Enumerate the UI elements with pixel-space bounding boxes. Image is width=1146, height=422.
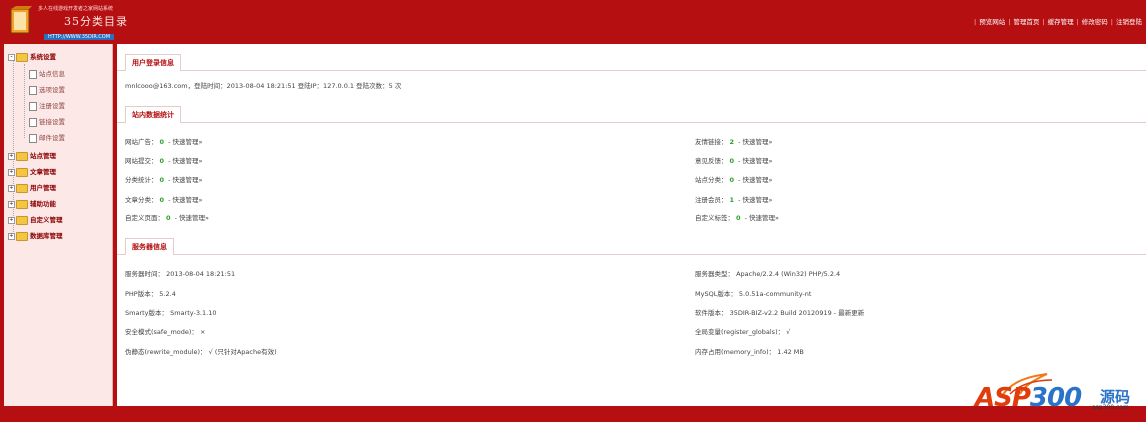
book-logo-icon [10, 6, 32, 34]
nav-logout[interactable]: 注销登陆 [1116, 18, 1142, 26]
stat-custom-tags: 自定义标签： 0 - 快速管理» [695, 214, 779, 222]
expand-icon[interactable]: + [8, 232, 15, 240]
sidebar-item-links[interactable]: 链接设置 [29, 116, 65, 127]
sidebar-item-site-info[interactable]: 站点信息 [29, 68, 65, 79]
stat-ads: 网站广告： 0 - 快速管理» [125, 138, 203, 146]
server-section-header: 服务器信息 [117, 232, 1146, 255]
stat-feedback: 意见反馈： 0 - 快速管理» [695, 157, 773, 165]
logo-name: 35分类目录 [64, 15, 128, 28]
page-icon [29, 133, 37, 143]
nav-cache-manage[interactable]: 缓存管理 [1048, 18, 1074, 26]
page-icon [29, 101, 37, 111]
sidebar-tree: - 系统设置 站点信息 选项设置 注册设置 链接设置 邮件设置 + 站点管理 + 文章… [4, 44, 113, 406]
stat-custom-pages: 自定义页面： 0 - 快速管理» [125, 214, 209, 222]
manage-link[interactable]: 快速管理» [173, 196, 203, 204]
stats-section-title: 站内数据统计 [125, 106, 181, 123]
manage-link[interactable]: 快速管理» [173, 176, 203, 184]
sidebar-item-options[interactable]: 选项设置 [29, 84, 65, 95]
rewrite-module: 伪静态(rewrite_module)： √ (只针对Apache有效) [125, 348, 277, 356]
stat-site-categories: 站点分类： 0 - 快速管理» [695, 176, 773, 184]
page-icon [29, 117, 37, 127]
mysql-version: MySQL版本： 5.0.51a-community-nt [695, 290, 812, 298]
logo-slogan: 多人在线游戏开发者之家网站系统 [38, 6, 114, 12]
software-version: 软件版本： 35DIR-BIZ-v2.2 Build 20120919 - 最新… [695, 309, 865, 317]
manage-link[interactable]: 快速管理» [743, 176, 773, 184]
expand-icon[interactable]: + [8, 216, 15, 224]
sidebar-root-article[interactable]: + 文章管理 [8, 166, 56, 177]
nav-change-password[interactable]: 修改密码 [1082, 18, 1108, 26]
login-section-title: 用户登录信息 [125, 54, 181, 71]
watermark-brand: ASP300 [975, 383, 1082, 413]
folder-icon [16, 183, 28, 193]
manage-link[interactable]: 快速管理» [173, 157, 203, 165]
stat-friend-links: 友情链接： 2 - 快速管理» [695, 138, 773, 146]
folder-icon [16, 231, 28, 241]
login-info-text: mnlcooo@163.com，登陆时间：2013-08-04 18:21:51… [125, 82, 402, 90]
expand-icon[interactable]: + [8, 200, 15, 208]
php-version: PHP版本： 5.2.4 [125, 290, 176, 298]
stat-article-categories: 文章分类： 0 - 快速管理» [125, 196, 203, 204]
sidebar-root-site[interactable]: + 站点管理 [8, 150, 56, 161]
manage-link[interactable]: 快速管理» [743, 157, 773, 165]
stat-categories: 分类统计： 0 - 快速管理» [125, 176, 203, 184]
folder-open-icon [16, 52, 28, 62]
sidebar-root-aux[interactable]: + 辅助功能 [8, 198, 56, 209]
folder-icon [16, 199, 28, 209]
memory-info: 内存占用(memory_info)： 1.42 MB [695, 348, 804, 356]
folder-icon [16, 167, 28, 177]
nav-admin-home[interactable]: 管理首页 [1013, 18, 1039, 26]
sidebar-root-database[interactable]: + 数据库管理 [8, 230, 63, 241]
folder-icon [16, 151, 28, 161]
expand-icon[interactable]: + [8, 184, 15, 192]
smarty-version: Smarty版本： Smarty-3.1.10 [125, 309, 217, 317]
manage-link[interactable]: 快速管理» [743, 138, 773, 146]
stats-section-header: 站内数据统计 [117, 100, 1146, 123]
sidebar-root-user[interactable]: + 用户管理 [8, 182, 56, 193]
manage-link[interactable]: 快速管理» [179, 214, 209, 222]
folder-icon [16, 215, 28, 225]
login-section-header: 用户登录信息 [117, 48, 1146, 71]
nav-preview-site[interactable]: 预览网站 [979, 18, 1005, 26]
sidebar-item-mail[interactable]: 邮件设置 [29, 132, 65, 143]
server-time: 服务器时间： 2013-08-04 18:21:51 [125, 270, 236, 278]
collapse-icon[interactable]: - [8, 53, 15, 61]
server-type: 服务器类型： Apache/2.2.4 (Win32) PHP/5.2.4 [695, 270, 841, 278]
expand-icon[interactable]: + [8, 168, 15, 176]
header-bar: 多人在线游戏开发者之家网站系统 35分类目录 HTTP://WWW.35DIR.… [0, 0, 1146, 44]
expand-icon[interactable]: + [8, 152, 15, 160]
register-globals: 全局变量(register_globals)： √ [695, 328, 791, 336]
sidebar-root-custom[interactable]: + 自定义管理 [8, 214, 63, 225]
logo-url: HTTP://WWW.35DIR.COM [44, 34, 115, 40]
sidebar-item-register[interactable]: 注册设置 [29, 100, 65, 111]
page-icon [29, 85, 37, 95]
sidebar-root-system[interactable]: - 系统设置 [8, 51, 56, 62]
manage-link[interactable]: 快速管理» [173, 138, 203, 146]
manage-link[interactable]: 快速管理» [749, 214, 779, 222]
server-section-title: 服务器信息 [125, 238, 174, 255]
safe-mode: 安全模式(safe_mode)： × [125, 328, 206, 336]
manage-link[interactable]: 快速管理» [743, 196, 773, 204]
stat-submissions: 网站提交： 0 - 快速管理» [125, 157, 203, 165]
page-icon [29, 69, 37, 79]
main-content: 用户登录信息 mnlcooo@163.com，登陆时间：2013-08-04 1… [117, 44, 1146, 406]
watermark-url: asp300.com [1092, 404, 1129, 411]
top-nav: | 预览网站 | 管理首页 | 缓存管理 | 修改密码 | 注销登陆 [973, 18, 1142, 26]
stat-members: 注册会员： 1 - 快速管理» [695, 196, 773, 204]
